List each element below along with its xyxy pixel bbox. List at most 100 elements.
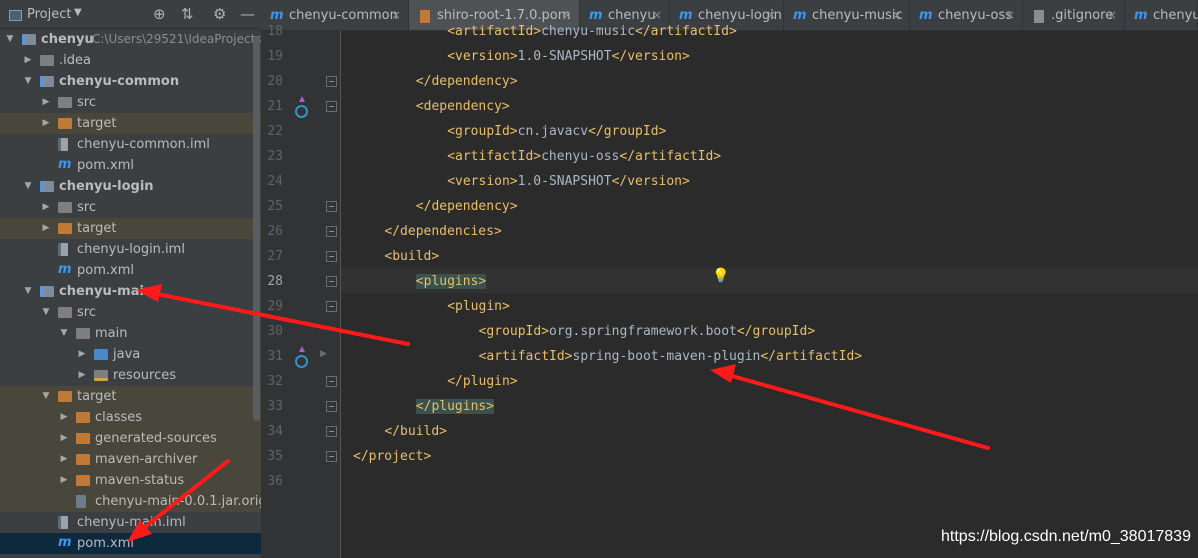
code-line[interactable]: <build> (341, 244, 439, 269)
fold-marker-icon[interactable] (326, 201, 337, 212)
expand-right-icon[interactable]: ▶ (58, 449, 70, 470)
code-line[interactable]: </dependency> (341, 69, 518, 94)
code-line[interactable]: </plugin> (341, 369, 517, 394)
close-icon[interactable]: × (766, 0, 776, 30)
fold-marker-icon[interactable] (326, 101, 337, 112)
code-line[interactable]: <groupId>org.springframework.boot</group… (341, 319, 816, 344)
editor-tab[interactable]: .gitignore × (1023, 0, 1125, 30)
tree-item[interactable]: ▶ target (0, 113, 261, 134)
tree-item[interactable]: ▶ classes (0, 407, 261, 428)
code-line[interactable]: <artifactId>spring-boot-maven-plugin</ar… (341, 344, 863, 369)
tree-item[interactable]: chenyu-main.iml (0, 512, 261, 533)
code-line[interactable]: <version>1.0-SNAPSHOT</version> (341, 169, 690, 194)
iml-file-icon (58, 243, 68, 256)
tree-item[interactable]: chenyu-login.iml (0, 239, 261, 260)
tree-item[interactable]: ▶ .idea (0, 50, 261, 71)
tree-item[interactable]: ▶ resources (0, 365, 261, 386)
code-line[interactable]: </project> (341, 444, 431, 469)
expand-right-icon[interactable]: ▶ (58, 470, 70, 491)
collapse-all-icon[interactable]: ⇅ (181, 5, 194, 23)
tree-item[interactable]: ▼ chenyu-common (0, 71, 261, 92)
expand-down-icon[interactable]: ▼ (22, 176, 34, 197)
fold-marker-icon[interactable] (326, 76, 337, 87)
code-line[interactable]: <dependency> (341, 94, 510, 119)
tree-item[interactable]: ▶ maven-status (0, 470, 261, 491)
implemented-override-icon[interactable] (295, 96, 308, 118)
tree-item[interactable]: ▶ maven-archiver (0, 449, 261, 470)
expand-down-icon[interactable]: ▼ (58, 323, 70, 344)
fold-marker-icon[interactable] (326, 376, 337, 387)
expand-right-icon[interactable]: ▶ (40, 92, 52, 113)
project-view-title[interactable]: Project (27, 7, 71, 22)
breakpoint-arrow-icon[interactable]: ▶ (320, 349, 327, 359)
line-number: 18 (267, 24, 283, 39)
lightbulb-icon[interactable]: 💡 (712, 268, 729, 284)
editor-tab[interactable]: m chenyu-oss × (910, 0, 1023, 30)
expand-down-icon[interactable]: ▼ (22, 281, 34, 302)
editor-tab[interactable]: m chenyu (1125, 0, 1198, 30)
tree-item[interactable]: ▼ chenyu-main (0, 281, 261, 302)
code-editor[interactable]: 18 19 20 21 22 23 24 25 26 27 28 29 30 31 ▶ 32 33 34 35 36 … (261, 24, 1198, 558)
tree-item[interactable]: ▶ java (0, 344, 261, 365)
fold-marker-icon[interactable] (326, 451, 337, 462)
expand-down-icon[interactable]: ▼ (40, 386, 52, 407)
tree-item[interactable]: ▶ src (0, 92, 261, 113)
code-line[interactable]: </build> (341, 419, 447, 444)
tree-item[interactable]: chenyu-common.iml (0, 134, 261, 155)
expand-right-icon[interactable]: ▶ (40, 218, 52, 239)
editor-tab[interactable]: m chenyu-music × (784, 0, 910, 30)
tree-item[interactable]: chenyu-main-0.0.1.jar.original (0, 491, 261, 512)
tree-item[interactable]: m pom.xml (0, 260, 261, 281)
expand-right-icon[interactable]: ▶ (58, 428, 70, 449)
code-line[interactable]: <plugin> (341, 294, 510, 319)
code-line[interactable]: </dependencies> (341, 219, 502, 244)
tree-item-label: src (77, 95, 96, 110)
project-scrollbar[interactable] (253, 36, 260, 421)
close-icon[interactable]: × (1005, 0, 1015, 30)
tree-item[interactable]: ▶ generated-sources (0, 428, 261, 449)
fold-marker-icon[interactable] (326, 276, 337, 287)
code-line[interactable]: </plugins> (341, 394, 495, 419)
tree-item[interactable]: ▶ target (0, 218, 261, 239)
tree-item[interactable]: ▼ chenyu-login (0, 176, 261, 197)
expand-right-icon[interactable]: ▶ (58, 407, 70, 428)
expand-right-icon[interactable]: ▶ (76, 344, 88, 365)
fold-marker-icon[interactable] (326, 251, 337, 262)
expand-down-icon[interactable]: ▼ (4, 29, 16, 50)
close-icon[interactable]: × (892, 0, 902, 30)
expand-right-icon[interactable]: ▶ (22, 50, 34, 71)
hide-panel-icon[interactable]: — (240, 5, 255, 23)
code-line[interactable]: </dependency> (341, 194, 518, 219)
tree-item[interactable]: m pom.xml (0, 533, 261, 554)
fold-marker-icon[interactable] (326, 301, 337, 312)
close-icon[interactable]: × (1107, 0, 1117, 30)
fold-marker-icon[interactable] (326, 401, 337, 412)
code-line[interactable]: <artifactId>chenyu-music</artifactId> (341, 19, 737, 44)
fold-marker-icon[interactable] (326, 226, 337, 237)
tab-label: chenyu (1153, 8, 1198, 23)
tree-item[interactable]: ▼ src (0, 302, 261, 323)
expand-down-icon[interactable]: ▼ (40, 302, 52, 323)
locate-icon[interactable]: ⊕ (153, 5, 166, 23)
expand-down-icon[interactable]: ▼ (22, 71, 34, 92)
xml-tag: </dependencies> (384, 224, 502, 239)
code-line[interactable]: <artifactId>chenyu-oss</artifactId> (341, 144, 721, 169)
gear-icon[interactable]: ⚙ (213, 5, 226, 23)
tree-item[interactable]: ▼ chenyu C:\Users\29521\IdeaProjects\c (0, 29, 261, 50)
tree-item[interactable]: m pom.xml (0, 155, 261, 176)
code-line[interactable]: <groupId>cn.javacv</groupId> (341, 119, 666, 144)
tree-item[interactable]: ▶ src (0, 197, 261, 218)
code-line[interactable] (341, 469, 353, 494)
expand-right-icon[interactable]: ▶ (40, 197, 52, 218)
expand-right-icon[interactable]: ▶ (40, 113, 52, 134)
expand-right-icon[interactable]: ▶ (76, 365, 88, 386)
chevron-down-icon[interactable]: ▼ (74, 7, 82, 18)
code-line[interactable]: <plugins> (341, 269, 487, 294)
xml-tag: </dependency> (415, 199, 518, 214)
implemented-override-icon[interactable] (295, 346, 308, 368)
tree-item[interactable]: ▼ target (0, 386, 261, 407)
tree-item-label: pom.xml (77, 263, 134, 278)
tree-item[interactable]: ▼ main (0, 323, 261, 344)
fold-marker-icon[interactable] (326, 426, 337, 437)
code-line[interactable]: <version>1.0-SNAPSHOT</version> (341, 44, 690, 69)
